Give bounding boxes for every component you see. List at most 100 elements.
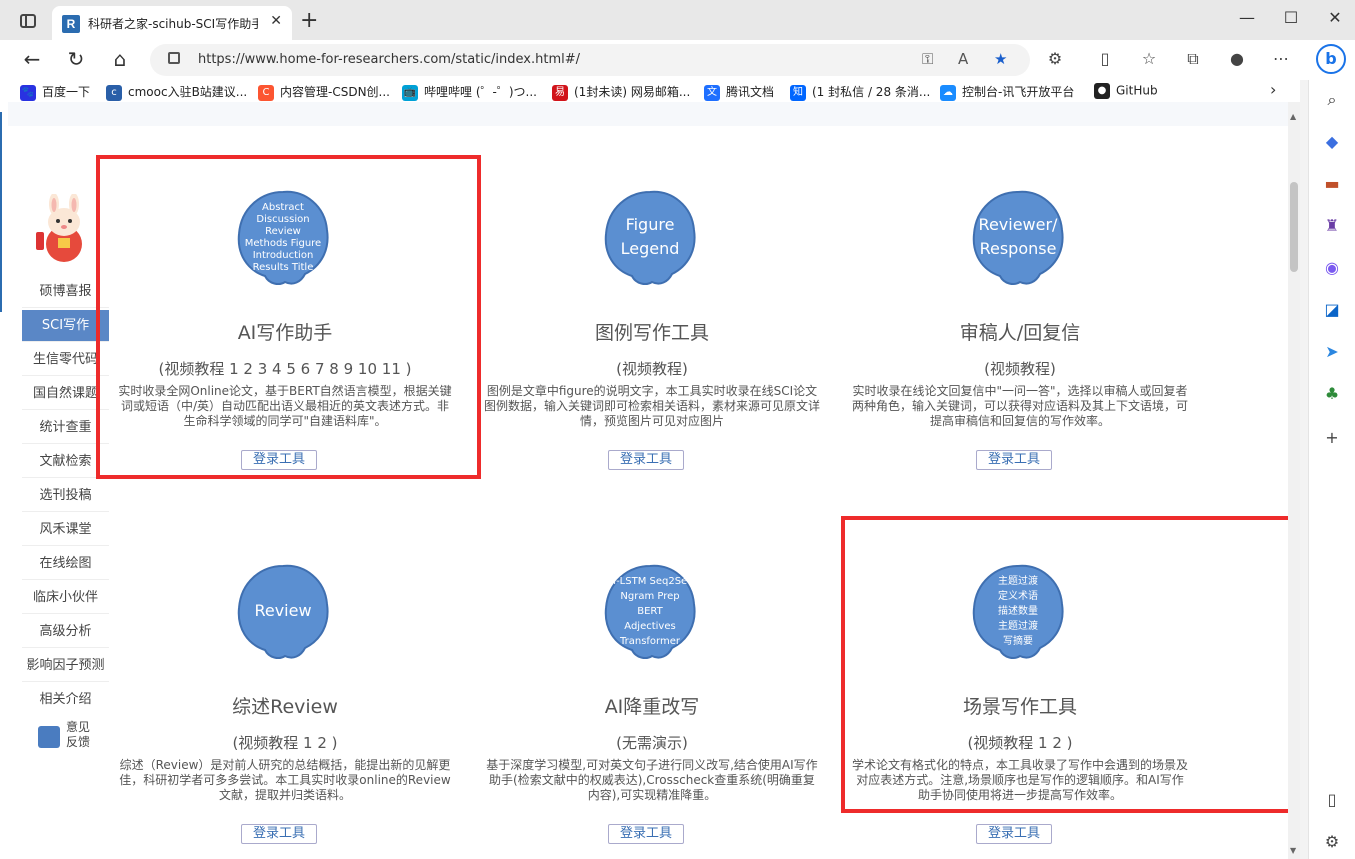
login-tool-button[interactable]: 登录工具 <box>976 824 1052 844</box>
scroll-up-icon[interactable]: ▲ <box>1290 112 1296 121</box>
title-bar: R 科研者之家-scihub-SCI写作助手 ✕ + — ☐ ✕ <box>0 0 1355 40</box>
page-scrollbar[interactable]: ▲ ▼ <box>1288 102 1300 859</box>
feedback-label: 意见反馈 <box>66 720 91 749</box>
toolbox-icon[interactable]: ▬ <box>1322 174 1342 194</box>
brain-icon: Figure Legend <box>604 190 696 285</box>
bookmark-item[interactable]: 🐾 百度一下 <box>20 83 90 101</box>
home-icon[interactable]: ⌂ <box>106 47 134 71</box>
feedback-button[interactable]: 意见反馈 <box>22 714 109 758</box>
profile-icon[interactable]: ● <box>1224 49 1250 68</box>
brain-icon: Review <box>237 564 329 659</box>
maximize-icon[interactable]: ☐ <box>1276 8 1306 27</box>
browser-tab[interactable]: R 科研者之家-scihub-SCI写作助手 ✕ <box>52 6 292 40</box>
tool-title: 审稿人/回复信 <box>959 322 1081 344</box>
brain-icon: Bi-LSTM Seq2Seq Ngram Prep BERT Adjectives T… <box>604 564 696 659</box>
new-tab-button[interactable]: + <box>300 8 318 33</box>
read-aloud-icon[interactable]: A <box>958 50 968 68</box>
nav-item[interactable]: 风禾课堂 <box>22 514 109 546</box>
brain-word: Bi-LSTM Seq2Seq <box>606 576 693 587</box>
minimize-icon[interactable]: — <box>1232 8 1262 27</box>
collections-icon[interactable]: ⧉ <box>1180 49 1206 69</box>
tab-favicon-icon: R <box>62 15 80 33</box>
search-icon[interactable]: ⌕ <box>1322 90 1342 110</box>
bilibili-icon: 📺 <box>402 84 418 101</box>
address-bar[interactable]: https://www.home-for-researchers.com/sta… <box>150 44 1030 76</box>
nav-item[interactable]: 临床小伙伴 <box>22 582 109 614</box>
login-tool-button[interactable]: 登录工具 <box>608 450 684 470</box>
sidebar-toggle-icon[interactable]: ▯ <box>1322 790 1342 810</box>
tree-icon[interactable]: ♣ <box>1322 384 1342 404</box>
highlight-box-scene-writing <box>841 516 1299 813</box>
send-icon[interactable]: ➤ <box>1322 342 1342 362</box>
tool-description: 基于深度学习模型,可对英文句子进行同义改写,结合使用AI写作助手(检索文献中的权… <box>486 758 818 802</box>
nav-item[interactable]: 影响因子预测 <box>22 650 109 682</box>
outlook-icon[interactable]: ◪ <box>1322 300 1342 320</box>
close-window-icon[interactable]: ✕ <box>1320 8 1350 27</box>
nav-item[interactable]: 高级分析 <box>22 616 109 648</box>
tool-description: 图例是文章中figure的说明文字，本工具实时收录在线SCI论文图例数据，输入关… <box>484 384 821 428</box>
brain-word: Reviewer/ <box>979 215 1059 234</box>
bookmark-item[interactable]: ● GitHub <box>1094 83 1158 99</box>
bookmark-label: GitHub <box>1116 83 1158 98</box>
more-menu-icon[interactable]: ⋯ <box>1268 49 1294 68</box>
bookmark-item[interactable]: 知 (1 封私信 / 28 条消... <box>790 83 930 101</box>
favorite-star-icon[interactable]: ★ <box>994 50 1007 68</box>
tool-title: 综述Review <box>232 696 338 718</box>
favorites-icon[interactable]: ☆ <box>1136 49 1162 68</box>
tutorial-links[interactable]: (视频教程 1 2 ) <box>105 732 465 753</box>
bookmark-item[interactable]: 易 (1封未读) 网易邮箱... <box>552 83 690 101</box>
key-icon[interactable]: ⚿ <box>922 50 933 68</box>
nav-item[interactable]: 在线绘图 <box>22 548 109 580</box>
settings-gear-icon[interactable]: ⚙ <box>1322 832 1342 852</box>
tool-title: AI降重改写 <box>604 696 700 718</box>
rabbit-mascot-icon <box>36 194 82 262</box>
add-icon[interactable]: + <box>1322 428 1342 448</box>
refresh-icon[interactable]: ↻ <box>62 47 90 71</box>
office-icon[interactable]: ◉ <box>1322 258 1342 278</box>
nav-item[interactable]: 选刊投稿 <box>22 480 109 512</box>
brain-word: Adjectives <box>624 621 675 632</box>
tab-actions-icon[interactable] <box>20 14 36 28</box>
tool-description: 实时收录在线论文回复信中"一问一答"，选择以审稿人或回复者两种角色，输入关键词，… <box>852 384 1189 428</box>
bookmark-item[interactable]: 文腾讯文档 <box>704 83 774 101</box>
brain-word: Response <box>980 239 1057 258</box>
scroll-thumb[interactable] <box>1290 182 1298 272</box>
browser-toolbar: ← ↻ ⌂ https://www.home-for-researchers.c… <box>0 40 1355 80</box>
games-icon[interactable]: ♜ <box>1322 216 1342 236</box>
bookmark-label: 哔哩哔哩 (゜-゜)つ... <box>424 85 537 99</box>
lock-icon[interactable] <box>168 52 180 64</box>
brain-shape <box>604 190 696 285</box>
paw-icon: 🐾 <box>20 84 36 101</box>
login-tool-button[interactable]: 登录工具 <box>241 824 317 844</box>
tool-title: 图例写作工具 <box>594 322 709 344</box>
brain-word: BERT <box>637 606 663 617</box>
bookmarks-bar: 🐾 百度一下 c cmooc入驻B站建议... C 内容管理-CSDN创... 📺 哔哩哔哩 … <box>0 80 1300 102</box>
bookmark-item[interactable]: ☁ 控制台-讯飞开放平台 <box>940 83 1074 101</box>
scroll-down-icon[interactable]: ▼ <box>1290 846 1296 855</box>
bookmark-label: cmooc入驻B站建议... <box>128 85 248 99</box>
bookmark-item[interactable]: c cmooc入驻B站建议... <box>106 83 247 101</box>
login-tool-button[interactable]: 登录工具 <box>976 450 1052 470</box>
url-text[interactable]: https://www.home-for-researchers.com/sta… <box>198 52 580 67</box>
bookmarks-more-icon[interactable]: › <box>1270 80 1276 99</box>
xunfei-icon: ☁ <box>940 84 956 101</box>
web-page: 硕博喜报 SCI写作 生信零代码 国自然课题 统计查重 文献检索 选刊投稿 风禾课堂 在线绘图临… <box>0 102 1300 859</box>
tutorial-links[interactable]: (视频教程) <box>472 358 832 379</box>
split-screen-icon[interactable]: ▯ <box>1092 49 1118 68</box>
bookmark-label: (1封未读) 网易邮箱... <box>574 85 691 99</box>
nav-item[interactable]: 相关介绍 <box>22 684 109 716</box>
back-icon[interactable]: ← <box>18 47 46 71</box>
tutorial-links[interactable]: (无需演示) <box>472 732 832 753</box>
bing-icon[interactable]: b <box>1316 44 1346 74</box>
tab-close-icon[interactable]: ✕ <box>270 13 282 29</box>
brain-shape <box>972 190 1064 285</box>
zhihu-icon: 知 <box>790 84 806 101</box>
tag-icon[interactable]: ◆ <box>1322 132 1342 152</box>
bookmark-item[interactable]: C 内容管理-CSDN创... <box>258 83 390 101</box>
brain-word: Figure <box>626 215 675 234</box>
tutorial-links[interactable]: (视频教程) <box>840 358 1200 379</box>
login-tool-button[interactable]: 登录工具 <box>608 824 684 844</box>
extensions-icon[interactable]: ⚙ <box>1042 49 1068 68</box>
bookmark-item[interactable]: 📺 哔哩哔哩 (゜-゜)つ... <box>402 83 537 101</box>
brain-icon: Reviewer/Response <box>972 190 1064 285</box>
